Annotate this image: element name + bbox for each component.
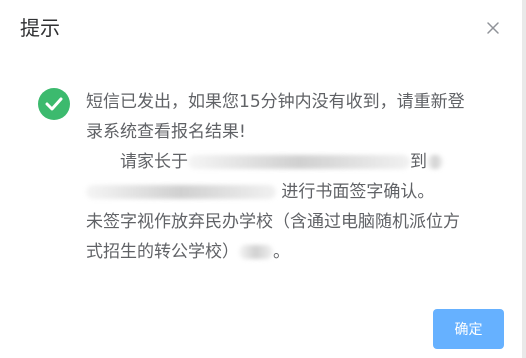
message-confirm-suffix: 进行书面签字确认。 xyxy=(281,182,435,202)
redacted-text xyxy=(239,245,273,259)
dialog-message: 短信已发出，如果您15分钟内没有收到，请重新登录系统查看报名结果! 请家长于到 … xyxy=(86,87,476,267)
message-dialog: 提示 短信已发出，如果您15分钟内没有收到，请重新登录系统查看报名结果! 请家长… xyxy=(0,0,526,358)
message-parent-prefix: 请家长于 xyxy=(120,152,188,172)
redacted-text xyxy=(86,185,276,199)
message-line-confirm: 进行书面签字确认。 xyxy=(86,177,476,207)
message-warning-end: 。 xyxy=(273,242,290,262)
dialog-title: 提示 xyxy=(20,16,60,40)
redacted-text xyxy=(427,155,443,169)
success-check-icon xyxy=(38,88,70,120)
redacted-text xyxy=(188,155,410,169)
message-parent-mid: 到 xyxy=(410,152,427,172)
message-line-parent: 请家长于 到 xyxy=(86,147,476,177)
close-icon[interactable] xyxy=(484,19,502,37)
confirm-button[interactable]: 确定 xyxy=(433,309,504,349)
message-line-sms: 短信已发出，如果您15分钟内没有收到，请重新登录系统查看报名结果! xyxy=(86,92,465,142)
message-line-warning: 未签字视作放弃民办学校（含通过电脑随机派位方式招生的转公学校）。 xyxy=(86,207,476,267)
